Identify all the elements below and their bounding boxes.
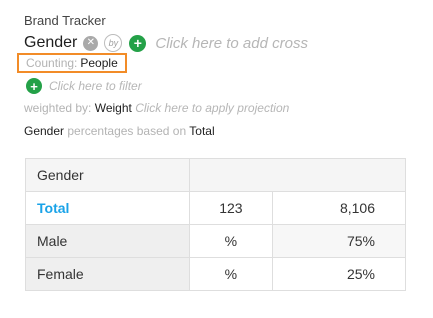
counting-selector[interactable]: Counting: People — [17, 53, 127, 73]
add-cross-hint[interactable]: Click here to add cross — [155, 35, 308, 52]
projection-hint[interactable]: Click here to apply projection — [135, 101, 289, 115]
header-col2 — [188, 158, 273, 192]
row-label-female[interactable]: Female — [25, 257, 190, 291]
table-row: Total 123 8,106 — [25, 191, 406, 225]
weight-value[interactable]: Weight — [95, 101, 132, 115]
header-col3 — [272, 158, 406, 192]
results-table: Gender Total 123 8,106 Male % 75% Female… — [25, 158, 406, 291]
table-row: Male % 75% — [25, 224, 406, 258]
row-stat: % — [188, 224, 274, 258]
remove-question-icon[interactable]: ✕ — [83, 35, 99, 51]
app-name: Brand Tracker — [24, 13, 106, 28]
question-row: Gender ✕ by + Click here to add cross — [24, 32, 308, 54]
counting-value: People — [80, 56, 118, 70]
row-label-total[interactable]: Total — [25, 191, 190, 225]
row-value: 75% — [272, 224, 406, 258]
basis-question[interactable]: Gender — [24, 124, 64, 138]
table-header-row: Gender — [25, 158, 406, 192]
counting-label: Counting: — [26, 56, 78, 70]
row-value: 8,106 — [272, 191, 406, 225]
weight-label: weighted by: — [24, 101, 92, 115]
add-filter-icon[interactable]: + — [26, 78, 42, 94]
row-stat: % — [188, 257, 274, 291]
header-label: Gender — [25, 158, 190, 192]
row-stat: 123 — [188, 191, 274, 225]
basis-value[interactable]: Total — [189, 124, 214, 138]
question-title[interactable]: Gender — [24, 34, 77, 52]
basis-text: percentages based on — [67, 124, 187, 138]
filter-hint[interactable]: Click here to filter — [49, 79, 142, 93]
weight-row: weighted by: Weight Click here to apply … — [24, 101, 289, 115]
table-row: Female % 25% — [25, 257, 406, 291]
add-cross-icon[interactable]: + — [129, 34, 147, 52]
row-label-male[interactable]: Male — [25, 224, 190, 258]
by-icon[interactable]: by — [104, 34, 123, 52]
percentage-basis-row: Gender percentages based on Total — [24, 124, 215, 138]
row-value: 25% — [272, 257, 406, 291]
filter-row[interactable]: + Click here to filter — [26, 78, 142, 94]
